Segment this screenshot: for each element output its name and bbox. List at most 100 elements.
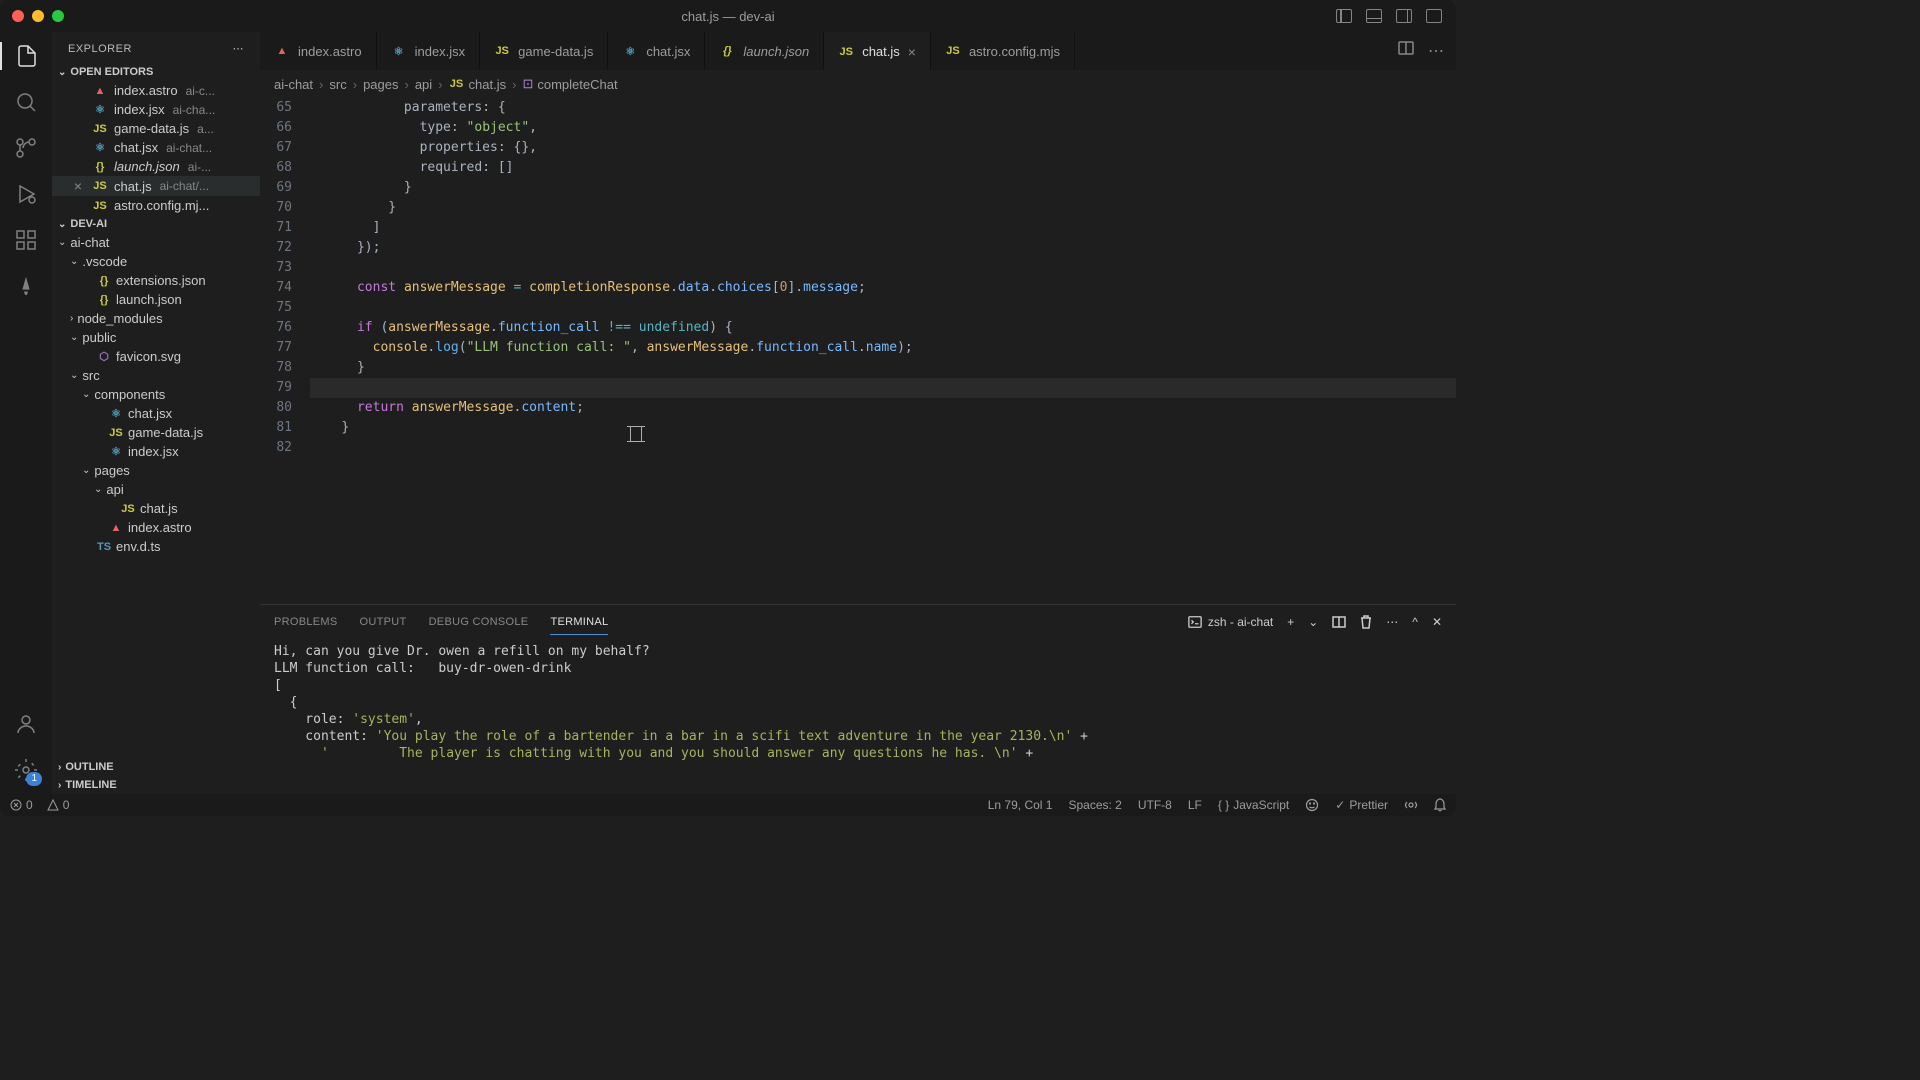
- folder-node-modules[interactable]: ›node_modules: [52, 309, 260, 328]
- js-file-icon: JS: [92, 180, 108, 192]
- jsx-file-icon: ⚛: [92, 141, 108, 154]
- panel-tab-output[interactable]: OUTPUT: [360, 616, 407, 628]
- js-file-icon: JS: [92, 123, 108, 135]
- panel-tab-debug-console[interactable]: DEBUG CONSOLE: [429, 616, 529, 628]
- split-editor-icon[interactable]: [1398, 41, 1414, 61]
- folder-vscode[interactable]: ⌄.vscode: [52, 252, 260, 271]
- status-encoding[interactable]: UTF-8: [1138, 798, 1172, 812]
- close-icon[interactable]: ×: [908, 44, 916, 60]
- file-item[interactable]: {}extensions.json: [52, 271, 260, 290]
- status-spaces[interactable]: Spaces: 2: [1068, 798, 1121, 812]
- astro-file-icon: ▲: [92, 85, 108, 97]
- breadcrumb[interactable]: ai-chat›src›pages›api›JSchat.js›⊡ comple…: [260, 70, 1456, 98]
- open-editor-item[interactable]: ⚛chat.jsxai-chat...: [52, 138, 260, 157]
- window-maximize[interactable]: [52, 10, 64, 22]
- close-icon[interactable]: ×: [70, 178, 86, 194]
- breadcrumb-item[interactable]: pages: [363, 77, 398, 92]
- breadcrumb-item[interactable]: src: [329, 77, 346, 92]
- open-editor-item[interactable]: JSgame-data.jsa...: [52, 119, 260, 138]
- timeline-header[interactable]: ›TIMELINE: [52, 776, 260, 794]
- toggle-sidebar-icon[interactable]: [1336, 9, 1352, 23]
- panel-tab-problems[interactable]: PROBLEMS: [274, 616, 338, 628]
- titlebar: chat.js — dev-ai: [0, 0, 1456, 32]
- status-cursor[interactable]: Ln 79, Col 1: [988, 798, 1053, 812]
- toggle-panel-icon[interactable]: [1366, 9, 1382, 23]
- tab-astro-config-mjs[interactable]: JSastro.config.mjs: [931, 32, 1075, 70]
- outline-header[interactable]: ›OUTLINE: [52, 758, 260, 776]
- panel-tab-terminal[interactable]: TERMINAL: [550, 616, 608, 635]
- file-item[interactable]: ⚛index.jsx: [52, 442, 260, 461]
- json-file-icon: {}: [92, 161, 108, 173]
- workspace-header[interactable]: ⌄DEV-AI: [52, 215, 260, 233]
- status-language[interactable]: { } JavaScript: [1218, 798, 1289, 812]
- maximize-panel-icon[interactable]: ^: [1412, 615, 1418, 629]
- tab-index-astro[interactable]: ▲index.astro: [260, 32, 377, 70]
- status-live-icon[interactable]: [1404, 798, 1418, 812]
- customize-layout-icon[interactable]: [1426, 9, 1442, 23]
- terminal-dropdown-icon[interactable]: ⌄: [1308, 615, 1318, 629]
- tab-game-data-js[interactable]: JSgame-data.js: [480, 32, 608, 70]
- astro-file-icon: ▲: [274, 45, 290, 57]
- source-control-icon[interactable]: [12, 134, 40, 162]
- sidebar-more-icon[interactable]: ⋯: [233, 42, 245, 55]
- window-close[interactable]: [12, 10, 24, 22]
- terminal-output[interactable]: Hi, can you give Dr. owen a refill on my…: [260, 639, 1456, 794]
- jsx-file-icon: ⚛: [108, 445, 124, 458]
- split-terminal-icon[interactable]: [1332, 616, 1346, 628]
- js-file-icon: JS: [838, 46, 854, 58]
- tab-index-jsx[interactable]: ⚛index.jsx: [377, 32, 481, 70]
- status-eol[interactable]: LF: [1188, 798, 1202, 812]
- open-editors-header[interactable]: ⌄OPEN EDITORS: [52, 63, 260, 81]
- file-item[interactable]: JSgame-data.js: [52, 423, 260, 442]
- open-editor-item[interactable]: ×JSchat.jsai-chat/...: [52, 176, 260, 196]
- breadcrumb-item[interactable]: api: [415, 77, 432, 92]
- close-panel-icon[interactable]: ✕: [1432, 615, 1442, 629]
- breadcrumb-item[interactable]: JSchat.js: [449, 77, 507, 92]
- sidebar-title: EXPLORER: [68, 43, 132, 55]
- file-item[interactable]: JSchat.js: [52, 499, 260, 518]
- folder-ai-chat[interactable]: ⌄ai-chat: [52, 233, 260, 252]
- open-editor-item[interactable]: JSastro.config.mj...: [52, 196, 260, 215]
- panel-more-icon[interactable]: ⋯: [1386, 615, 1398, 629]
- status-bell-icon[interactable]: [1434, 798, 1446, 812]
- extensions-icon[interactable]: [12, 226, 40, 254]
- status-warnings[interactable]: 0: [47, 798, 70, 812]
- file-item[interactable]: ⬡favicon.svg: [52, 347, 260, 366]
- breadcrumb-item[interactable]: ai-chat: [274, 77, 313, 92]
- search-icon[interactable]: [12, 88, 40, 116]
- toggle-secondary-sidebar-icon[interactable]: [1396, 9, 1412, 23]
- status-errors[interactable]: 0: [10, 798, 33, 812]
- new-terminal-icon[interactable]: +: [1287, 615, 1294, 629]
- code-editor[interactable]: 656667686970717273747576777879808182 par…: [260, 98, 1456, 604]
- folder-pages[interactable]: ⌄pages: [52, 461, 260, 480]
- editor-more-icon[interactable]: ⋯: [1428, 41, 1444, 61]
- tab-chat-js[interactable]: JSchat.js×: [824, 32, 931, 70]
- window-minimize[interactable]: [32, 10, 44, 22]
- explorer-icon[interactable]: [0, 42, 52, 70]
- settings-icon[interactable]: 1: [12, 756, 40, 784]
- open-editor-item[interactable]: {}launch.jsonai-...: [52, 157, 260, 176]
- file-item[interactable]: TSenv.d.ts: [52, 537, 260, 556]
- tab-launch-json[interactable]: {}launch.json: [705, 32, 824, 70]
- kill-terminal-icon[interactable]: [1360, 615, 1372, 629]
- folder-public[interactable]: ⌄public: [52, 328, 260, 347]
- text-cursor: [630, 426, 642, 442]
- file-item[interactable]: ▲index.astro: [52, 518, 260, 537]
- open-editor-item[interactable]: ▲index.astroai-c...: [52, 81, 260, 100]
- status-prettier[interactable]: ✓ Prettier: [1335, 798, 1388, 812]
- terminal-shell-icon[interactable]: zsh - ai-chat: [1188, 615, 1273, 629]
- folder-components[interactable]: ⌄components: [52, 385, 260, 404]
- tabs-row: ▲index.astro⚛index.jsxJSgame-data.js⚛cha…: [260, 32, 1456, 70]
- account-icon[interactable]: [12, 710, 40, 738]
- status-feedback-icon[interactable]: [1305, 798, 1319, 812]
- astro-icon[interactable]: [12, 272, 40, 300]
- folder-api[interactable]: ⌄api: [52, 480, 260, 499]
- file-item[interactable]: {}launch.json: [52, 290, 260, 309]
- breadcrumb-item[interactable]: ⊡ completeChat: [522, 76, 617, 92]
- run-debug-icon[interactable]: [12, 180, 40, 208]
- window-title: chat.js — dev-ai: [681, 9, 774, 24]
- file-item[interactable]: ⚛chat.jsx: [52, 404, 260, 423]
- tab-chat-jsx[interactable]: ⚛chat.jsx: [608, 32, 705, 70]
- open-editor-item[interactable]: ⚛index.jsxai-cha...: [52, 100, 260, 119]
- folder-src[interactable]: ⌄src: [52, 366, 260, 385]
